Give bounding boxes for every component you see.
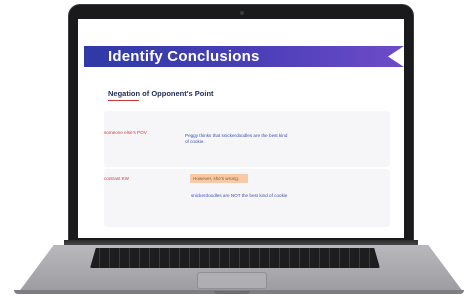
camera-icon bbox=[240, 11, 244, 15]
laptop-lid: Identify Conclusions Negation of Opponen… bbox=[68, 4, 414, 242]
row-label-pov: someone else's POV bbox=[104, 130, 147, 135]
slide-title: Identify Conclusions bbox=[108, 48, 260, 65]
trackpad bbox=[197, 272, 267, 289]
highlight-text: However, she's wrong. bbox=[193, 176, 240, 181]
row-label-contrast: contrast KW bbox=[104, 176, 130, 181]
keyboard bbox=[90, 248, 380, 268]
slide-subtitle: Negation of Opponent's Point bbox=[108, 89, 214, 98]
laptop-screen: Identify Conclusions Negation of Opponen… bbox=[78, 19, 404, 238]
base-notch bbox=[214, 291, 250, 294]
subtitle-underline bbox=[108, 100, 139, 101]
row-text-line: snickerdoodles are NOT the best kind of … bbox=[191, 193, 288, 198]
row-text-line: of cookie. bbox=[185, 139, 205, 144]
example-row-1 bbox=[104, 111, 390, 167]
